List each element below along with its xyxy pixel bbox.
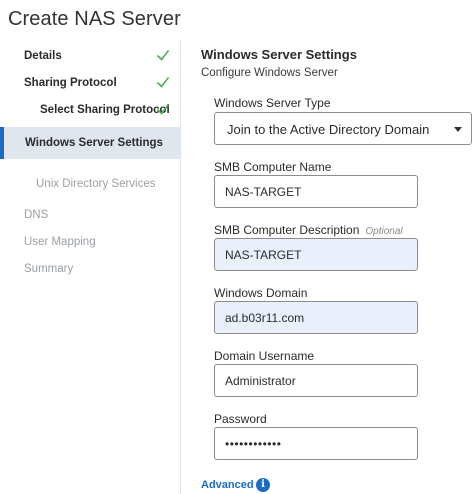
smb-name-label: SMB Computer Name bbox=[214, 160, 332, 174]
wizard-steps-sidebar: Details Sharing Protocol Select Sharing … bbox=[0, 40, 180, 494]
domain-username-value: Administrator bbox=[225, 374, 296, 388]
server-type-value: Join to the Active Directory Domain bbox=[227, 122, 430, 137]
step-label: Sharing Protocol bbox=[24, 77, 117, 89]
step-label: User Mapping bbox=[24, 236, 96, 248]
windows-domain-input[interactable]: ad.b03r11.com bbox=[214, 301, 418, 334]
step-label: DNS bbox=[24, 209, 49, 221]
windows-domain-value: ad.b03r11.com bbox=[225, 311, 305, 325]
step-label: Summary bbox=[24, 263, 74, 275]
step-windows-server-settings[interactable]: Windows Server Settings bbox=[0, 127, 180, 159]
optional-tag: Optional bbox=[365, 226, 403, 237]
server-type-label: Windows Server Type bbox=[214, 96, 331, 110]
section-subtitle: Configure Windows Server bbox=[201, 67, 338, 79]
smb-description-value: NAS-TARGET bbox=[225, 248, 302, 262]
smb-name-value: NAS-TARGET bbox=[225, 185, 302, 199]
checkmark-icon bbox=[156, 77, 170, 88]
windows-domain-label: Windows Domain bbox=[214, 286, 308, 300]
password-label: Password bbox=[214, 412, 267, 426]
step-label: Windows Server Settings bbox=[25, 137, 163, 149]
password-input[interactable]: •••••••••••• bbox=[214, 427, 418, 460]
sidebar-divider bbox=[180, 40, 181, 494]
section-title: Windows Server Settings bbox=[201, 47, 357, 62]
server-type-select[interactable]: Join to the Active Directory Domain bbox=[214, 112, 472, 145]
checkmark-icon bbox=[156, 50, 170, 61]
step-label: Select Sharing Protocol bbox=[40, 104, 170, 116]
smb-name-input[interactable]: NAS-TARGET bbox=[214, 175, 418, 208]
page-title: Create NAS Server bbox=[8, 8, 181, 30]
smb-description-label-text: SMB Computer Description bbox=[214, 223, 360, 237]
domain-username-input[interactable]: Administrator bbox=[214, 364, 418, 397]
smb-description-input[interactable]: NAS-TARGET bbox=[214, 238, 418, 271]
step-label: Details bbox=[24, 50, 62, 62]
smb-description-label: SMB Computer Description Optional bbox=[214, 223, 403, 237]
info-icon[interactable]: i bbox=[256, 478, 270, 492]
domain-username-label: Domain Username bbox=[214, 349, 315, 363]
checkmark-icon bbox=[156, 104, 170, 115]
advanced-link[interactable]: Advanced bbox=[201, 479, 254, 491]
password-value: •••••••••••• bbox=[225, 437, 282, 451]
caret-down-icon bbox=[454, 127, 462, 132]
step-label: Unix Directory Services bbox=[36, 178, 156, 190]
